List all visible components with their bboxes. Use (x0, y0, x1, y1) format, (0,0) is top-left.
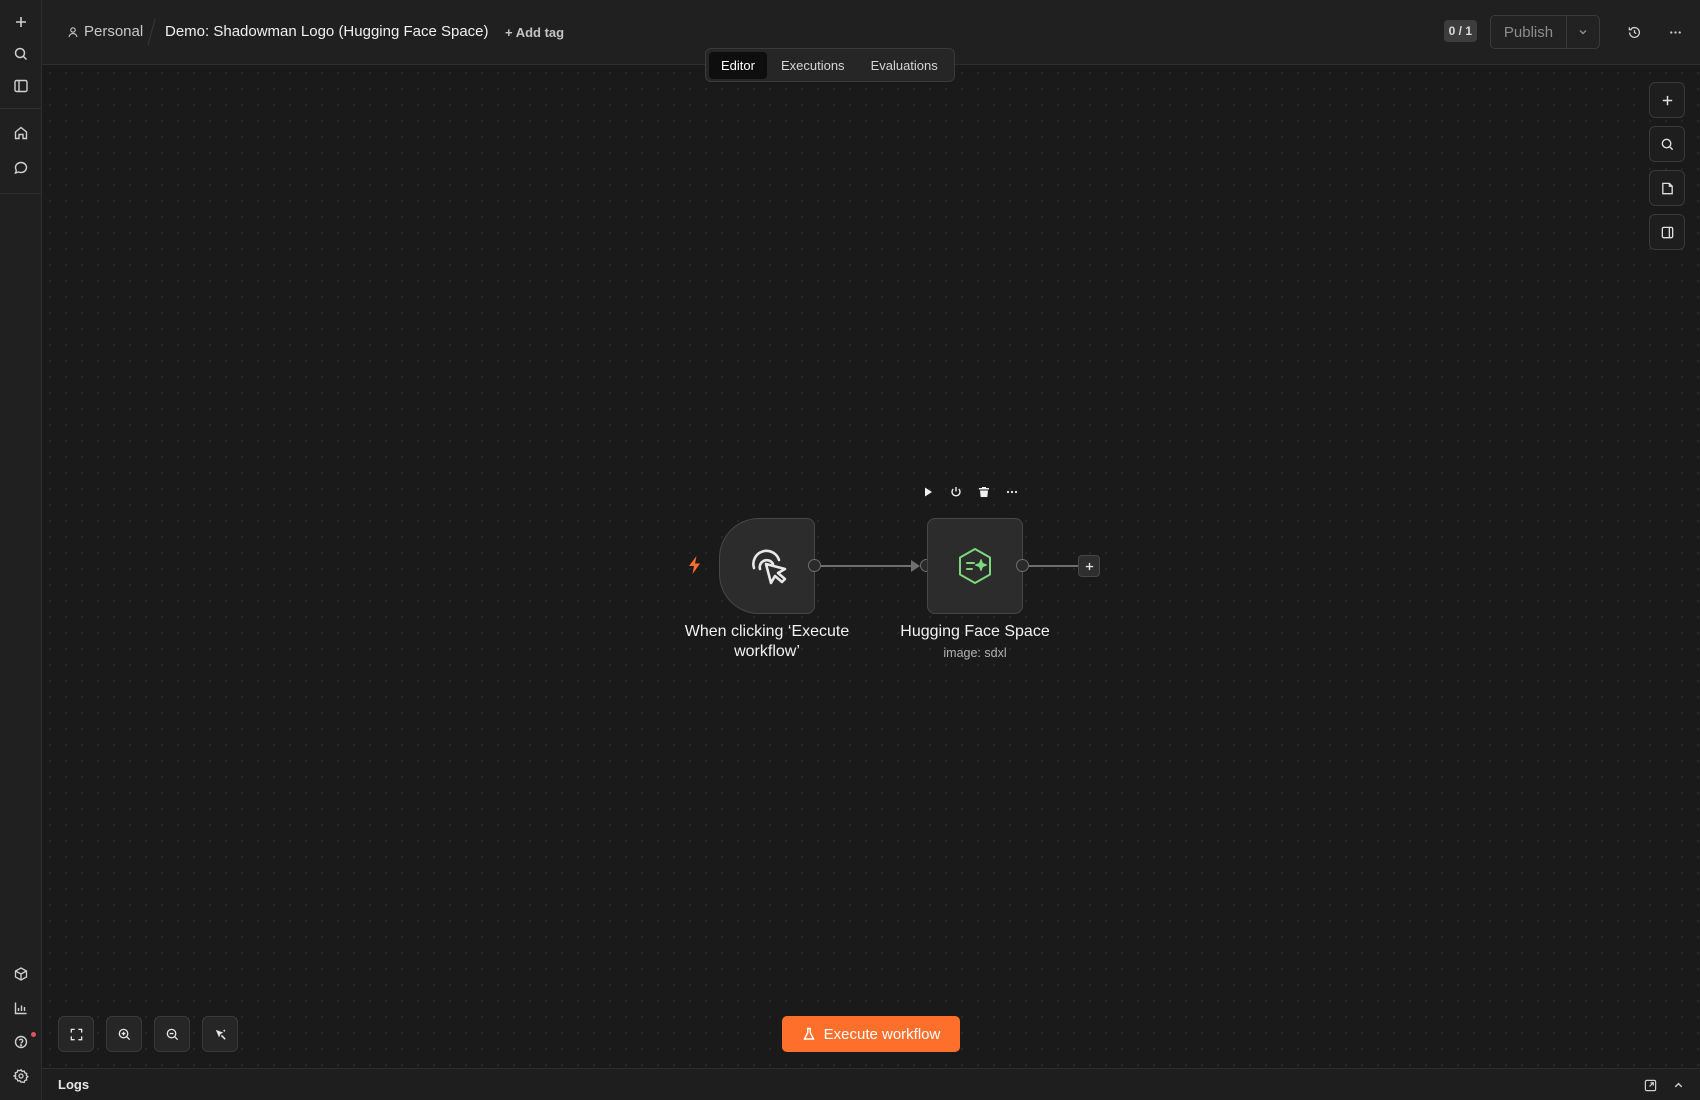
active-workflow-counter: 0 / 1 (1443, 20, 1477, 42)
deactivate-power-icon[interactable] (948, 482, 964, 502)
trigger-bolt-icon (687, 556, 703, 574)
search-icon[interactable] (9, 42, 33, 66)
chevron-up-icon[interactable] (1670, 1077, 1686, 1093)
canvas-search-icon[interactable] (1649, 126, 1685, 162)
templates-cube-icon[interactable] (9, 962, 33, 986)
popout-icon[interactable] (1642, 1077, 1658, 1093)
publish-button[interactable]: Publish (1491, 16, 1567, 48)
home-icon[interactable] (9, 121, 33, 145)
tab-evaluations[interactable]: Evaluations (859, 52, 950, 79)
publish-dropdown-chevron-icon[interactable] (1567, 16, 1599, 48)
run-node-play-icon[interactable] (920, 482, 936, 502)
rail-divider (0, 108, 42, 109)
connection-edge[interactable] (821, 565, 913, 567)
logs-label[interactable]: Logs (58, 1077, 89, 1092)
view-tabs: Editor Executions Evaluations (705, 48, 955, 82)
create-plus-icon[interactable] (9, 10, 33, 34)
canvas-zoom-controls (58, 1016, 238, 1052)
insights-chart-icon[interactable] (9, 996, 33, 1020)
pointer-click-icon (752, 549, 787, 585)
add-node-plus-icon[interactable] (1649, 82, 1685, 118)
output-edge (1029, 565, 1079, 567)
fit-view-icon[interactable] (58, 1016, 94, 1052)
hugging-face-hexagon-icon (959, 548, 991, 584)
settings-gear-icon[interactable] (9, 1064, 33, 1088)
hugging-face-node-label: Hugging Face Space (900, 623, 1050, 640)
trigger-node[interactable] (719, 518, 815, 614)
tab-editor[interactable]: Editor (709, 51, 767, 79)
help-icon[interactable] (9, 1030, 36, 1054)
history-icon[interactable] (1624, 22, 1644, 42)
hf-output-handle[interactable] (1016, 559, 1029, 572)
workflow-title[interactable]: Demo: Shadowman Logo (Hugging Face Space… (165, 23, 489, 40)
node-more-icon[interactable] (1004, 482, 1020, 502)
add-tag-button[interactable]: + Add tag (505, 25, 564, 40)
trigger-output-handle[interactable] (808, 559, 821, 572)
chat-icon[interactable] (9, 156, 33, 180)
rail-divider (0, 193, 42, 194)
toggle-sidebar-icon[interactable] (9, 74, 33, 98)
node-toolbar (920, 482, 1020, 502)
tab-executions[interactable]: Executions (769, 52, 857, 79)
user-icon (68, 26, 78, 37)
execute-workflow-label: Execute workflow (823, 1025, 941, 1043)
publish-split-button: Publish (1490, 15, 1600, 49)
breadcrumb-separator (147, 19, 156, 45)
logs-panel-bar: Logs (42, 1068, 1700, 1100)
execute-workflow-button[interactable]: Execute workflow (782, 1016, 960, 1052)
flask-icon (803, 1027, 815, 1040)
notification-dot (31, 1032, 36, 1037)
hugging-face-node-subtitle: image: sdxl (943, 646, 1007, 660)
hugging-face-node[interactable] (927, 518, 1023, 614)
project-breadcrumb[interactable]: Personal (67, 23, 143, 40)
trigger-node-label: When clicking ‘Execute workflow’ (684, 623, 850, 660)
delete-trash-icon[interactable] (976, 482, 992, 502)
toggle-panel-icon[interactable] (1649, 214, 1685, 250)
canvas-right-toolbar (1649, 82, 1685, 250)
tidy-up-wand-icon[interactable] (202, 1016, 238, 1052)
edge-arrowhead (911, 560, 920, 572)
more-options-icon[interactable] (1665, 22, 1685, 42)
add-next-node-plus-icon[interactable] (1078, 555, 1100, 577)
project-label: Personal (84, 23, 144, 40)
zoom-in-icon[interactable] (106, 1016, 142, 1052)
left-sidebar (0, 0, 42, 1100)
zoom-out-icon[interactable] (154, 1016, 190, 1052)
sticky-note-icon[interactable] (1649, 170, 1685, 206)
